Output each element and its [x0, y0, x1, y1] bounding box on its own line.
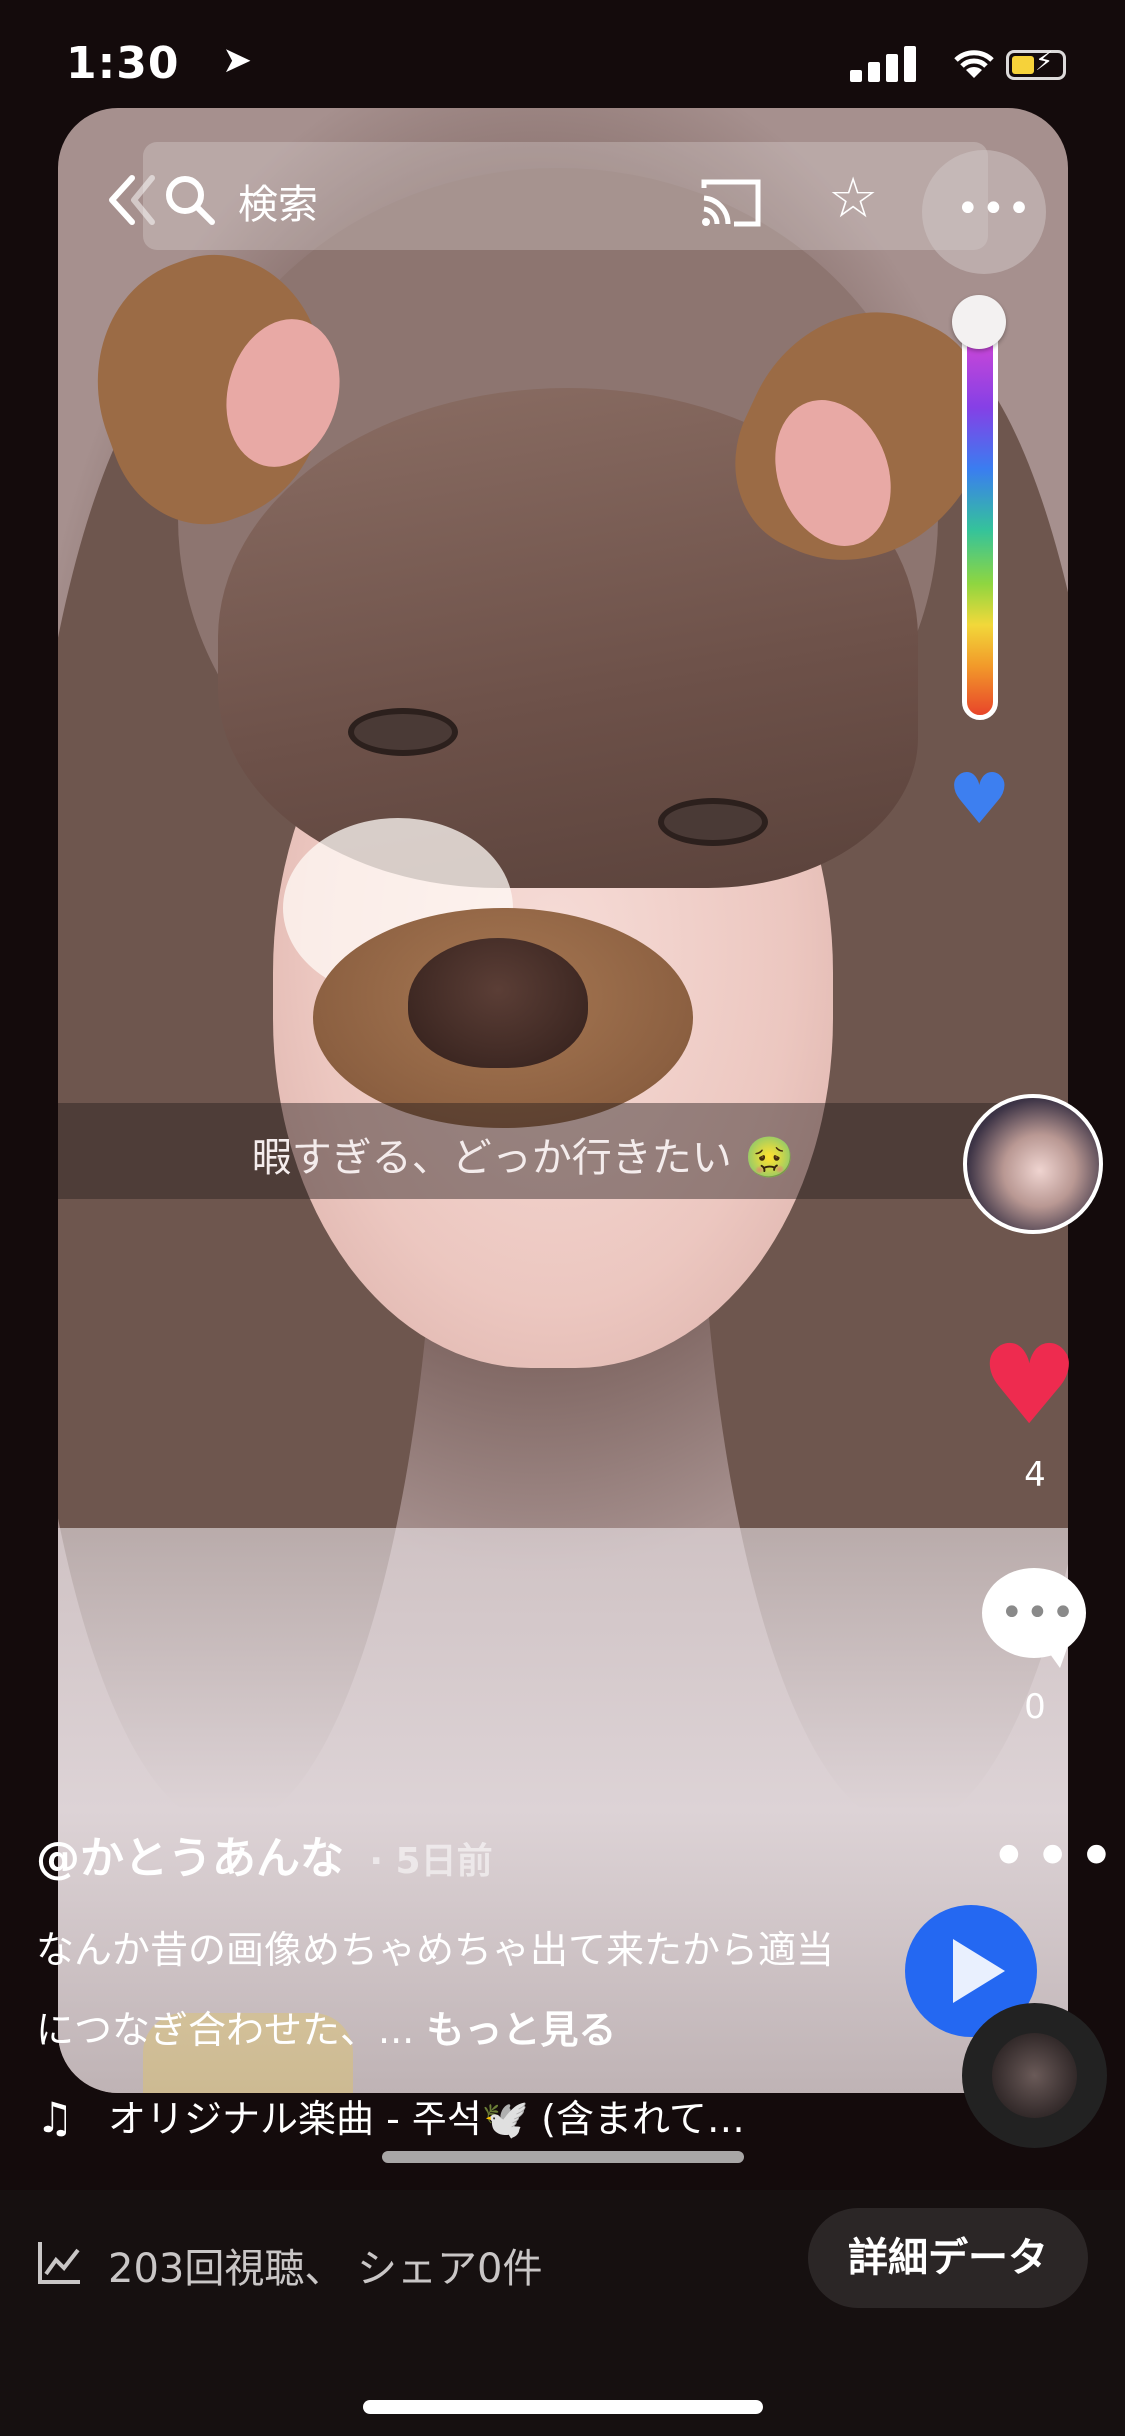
- music-info[interactable]: ♫ オリジナル楽曲 - 주석🕊️ (含まれて…: [36, 2088, 745, 2143]
- more-actions-icon[interactable]: •••: [990, 1820, 1121, 1894]
- post-description: なんか昔の画像めちゃめちゃ出て来たから適当につなぎ合わせた、... もっと見る: [36, 1910, 856, 2070]
- sheet-handle[interactable]: [382, 2151, 744, 2163]
- analytics-chart-icon: [38, 2242, 80, 2284]
- cast-icon[interactable]: [698, 176, 764, 230]
- music-title[interactable]: オリジナル楽曲 - 주석🕊️ (含まれて…: [108, 2097, 745, 2141]
- music-note-icon: ♫: [36, 2093, 74, 2142]
- username-link[interactable]: @かとうあんな: [36, 1833, 344, 1884]
- status-time: 1:30: [66, 38, 180, 89]
- see-more-link[interactable]: もっと見る: [426, 2008, 616, 2052]
- left-eye: [348, 708, 458, 756]
- dog-nose-filter: [408, 938, 588, 1068]
- wifi-icon: [950, 42, 998, 92]
- favorite-star-icon[interactable]: ☆: [828, 166, 878, 231]
- video-caption-strip: 暇すぎる、どっか行きたい 🤢: [58, 1103, 1068, 1199]
- right-eye: [658, 798, 768, 846]
- post-header: @かとうあんな · 5日前: [36, 1822, 493, 1886]
- back-chevron-icon[interactable]: [98, 170, 158, 230]
- battery-icon: ⚡: [1006, 47, 1066, 80]
- search-label[interactable]: 検索: [238, 172, 318, 230]
- location-arrow-icon: ➤: [222, 40, 253, 81]
- more-dots-icon: •••: [956, 186, 1033, 232]
- more-options-button[interactable]: •••: [922, 150, 1046, 274]
- music-disc[interactable]: [962, 2003, 1107, 2148]
- comment-bubble-icon[interactable]: •••: [982, 1568, 1086, 1668]
- view-share-stats: 203回視聴、 シェア0件: [108, 2246, 543, 2292]
- video-caption: 暇すぎる、どっか行きたい 🤢: [251, 1135, 795, 1181]
- home-indicator[interactable]: [363, 2400, 763, 2414]
- color-slider[interactable]: [962, 300, 998, 720]
- post-age: · 5日前: [369, 1841, 493, 1882]
- blue-heart-icon: ♥: [948, 758, 1011, 840]
- like-count: 4: [1024, 1455, 1046, 1495]
- cellular-signal-icon: [850, 46, 920, 82]
- color-slider-thumb[interactable]: [952, 295, 1006, 349]
- video-player[interactable]: 検索 ☆ •••: [58, 108, 1068, 2093]
- top-bar: 検索 ☆ •••: [58, 130, 1068, 274]
- comment-count: 0: [1024, 1687, 1046, 1727]
- like-heart-icon[interactable]: ♥: [980, 1330, 1079, 1440]
- details-data-button[interactable]: 詳細データ: [808, 2208, 1088, 2308]
- search-icon[interactable]: [162, 172, 218, 228]
- stats-bar: 203回視聴、 シェア0件 詳細データ: [0, 2190, 1125, 2436]
- creator-avatar[interactable]: [963, 1094, 1103, 1234]
- comment-dots: •••: [1000, 1590, 1077, 1636]
